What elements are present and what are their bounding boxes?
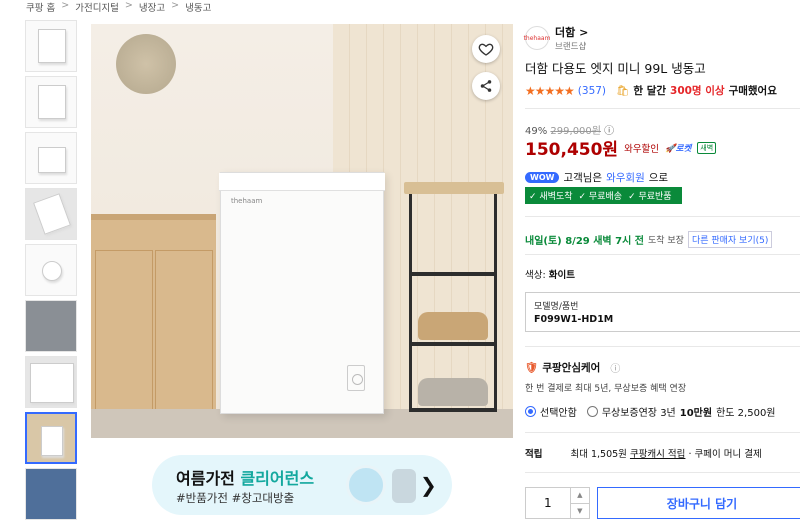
breadcrumb-separator: > xyxy=(124,0,133,11)
thumbnail[interactable] xyxy=(25,300,77,352)
cash-reward-row: 적립 최대 1,505원 쿠팡캐시 적립 · 쿠페이 머니 결제 xyxy=(525,446,762,460)
thumbnail[interactable] xyxy=(25,468,77,520)
delivery-note: 도착 보장 xyxy=(647,236,684,246)
freezer-product: thehaam xyxy=(219,172,385,414)
breadcrumb-separator: > xyxy=(171,0,180,11)
banner-subtitle: #반품가전 #창고대방출 xyxy=(176,491,295,505)
star-rating: ★★★★★ xyxy=(525,83,575,98)
banner-title: 여름가전 클리어런스 xyxy=(176,469,315,488)
divider xyxy=(525,472,800,473)
dawn-badge: 새벽 xyxy=(697,141,717,154)
buyers-prefix: 한 달간 xyxy=(633,85,667,97)
heart-icon xyxy=(478,43,494,56)
care-header: 🛡 쿠팡안심케어 ⓘ xyxy=(525,360,620,375)
bag-icon: 🛍 xyxy=(616,85,630,97)
thumbnail[interactable] xyxy=(25,20,77,72)
care-option-extend[interactable]: 무상보증연장 3년 10만원 한도 2,500원 xyxy=(586,404,776,419)
thumbnail[interactable] xyxy=(25,188,77,240)
breadcrumb-digital[interactable]: 가전디지털 xyxy=(75,0,119,14)
wood-cabinet xyxy=(91,214,216,438)
care-option-none[interactable]: 선택안함 xyxy=(525,404,577,419)
thumbnail[interactable] xyxy=(25,132,77,184)
thumbnail-list xyxy=(25,20,79,524)
wow-badge: WOW xyxy=(525,172,560,183)
divider xyxy=(525,216,800,217)
cash-rest: · 쿠페이 머니 결제 xyxy=(688,449,762,460)
breadcrumb-freezer[interactable]: 냉동고 xyxy=(185,0,211,14)
breadcrumb-fridge[interactable]: 냉장고 xyxy=(139,0,165,14)
benefit-dawn: ✓ 새벽도착 xyxy=(529,192,573,202)
breadcrumb-home[interactable]: 쿠팡 홈 xyxy=(26,0,55,14)
wow-text: 으로 xyxy=(648,172,669,184)
fan-image xyxy=(346,465,386,505)
color-option: 색상: 화이트 xyxy=(525,270,575,281)
benefit-free-shipping: ✓ 무료배송 xyxy=(578,192,623,202)
divider xyxy=(525,108,800,109)
quantity-stepper[interactable]: 1 ▲ ▼ xyxy=(525,487,590,519)
model-number-box: 모델명/품번 F099W1-HD1M xyxy=(525,292,800,332)
radio-button[interactable] xyxy=(525,406,536,417)
share-button[interactable] xyxy=(472,72,500,100)
buyers-count: 300명 이상 xyxy=(670,85,725,97)
divider xyxy=(525,432,800,433)
delivery-date: 내일(토) 8/29 새벽 7시 전 xyxy=(525,236,644,247)
benefit-badges: ✓ 새벽도착 ✓ 무료배송 ✓ 무료반품 xyxy=(525,187,682,204)
plant-decor xyxy=(116,34,176,94)
divider xyxy=(525,254,800,255)
metal-shelf xyxy=(404,182,504,412)
share-icon xyxy=(480,80,492,92)
heater-image xyxy=(392,469,416,503)
rating-row: ★★★★★ (357) 🛍 한 달간 300명 이상 구매했어요 xyxy=(525,83,777,98)
wow-discount-label: 와우할인 xyxy=(624,143,660,155)
model-label: 모델명/품번 xyxy=(534,302,579,312)
seller-type: 브랜드샵 xyxy=(555,42,587,52)
cash-label: 적립 xyxy=(525,449,543,460)
cash-amount: 최대 1,505원 xyxy=(570,449,627,460)
divider xyxy=(525,346,800,347)
other-sellers-button[interactable]: 다른 판매자 보기(5) xyxy=(687,231,773,248)
thumbnail-selected[interactable] xyxy=(25,412,77,464)
product-info-panel: thehaam 더함 > 브랜드샵 더함 다용도 엣지 미니 99L 냉동고 ★… xyxy=(524,0,800,519)
wishlist-button[interactable] xyxy=(472,35,500,63)
add-to-cart-button[interactable]: 장바구니 담기 xyxy=(597,487,800,519)
quantity-value[interactable]: 1 xyxy=(526,496,570,510)
care-title: 쿠팡안심케어 xyxy=(542,362,601,374)
benefit-free-return: ✓ 무료반품 xyxy=(628,192,672,202)
promo-banner[interactable]: 여름가전 클리어런스 #반품가전 #창고대방출 ❯ xyxy=(152,455,452,515)
wow-text: 고객님은 xyxy=(563,172,603,184)
freezer-brand-text: thehaam xyxy=(231,197,263,205)
breadcrumb-separator: > xyxy=(61,0,70,11)
price-row: 150,450원 와우할인 🚀로켓 새벽 xyxy=(525,135,717,160)
rocket-badge: 🚀로켓 xyxy=(665,143,692,154)
main-product-image: thehaam xyxy=(91,24,513,438)
shield-icon: 🛡 xyxy=(525,362,539,374)
care-options: 선택안함 무상보증연장 3년 10만원 한도 2,500원 xyxy=(525,404,776,419)
wow-member-row: WOW 고객님은 와우회원 으로 xyxy=(525,170,668,185)
thumbnail[interactable] xyxy=(25,356,77,408)
info-icon[interactable]: ⓘ xyxy=(610,360,620,375)
chevron-right-icon: ❯ xyxy=(420,473,437,497)
brand-logo: thehaam xyxy=(524,26,550,50)
seller-name[interactable]: 더함 > xyxy=(555,24,588,40)
freezer-knob xyxy=(347,365,365,391)
thumbnail[interactable] xyxy=(25,76,77,128)
care-description: 한 번 결제로 최대 5년, 무상보증 혜택 연장 xyxy=(525,384,687,394)
chevron-down-icon[interactable]: ▼ xyxy=(571,504,589,519)
review-count[interactable]: (357) xyxy=(578,85,606,97)
radio-button[interactable] xyxy=(586,406,598,417)
chevron-up-icon[interactable]: ▲ xyxy=(570,488,589,504)
product-title: 더함 다용도 엣지 미니 99L 냉동고 xyxy=(525,61,706,76)
delivery-row: 내일(토) 8/29 새벽 7시 전 도착 보장 다른 판매자 보기(5) xyxy=(525,231,773,248)
thumbnail[interactable] xyxy=(25,244,77,296)
breadcrumb: 쿠팡 홈 > 가전디지털 > 냉장고 > 냉동고 xyxy=(26,0,211,14)
color-value: 화이트 xyxy=(548,270,575,281)
model-value: F099W1-HD1M xyxy=(534,314,614,325)
wow-member-link[interactable]: 와우회원 xyxy=(606,170,645,185)
buyers-suffix: 구매했어요 xyxy=(728,85,777,97)
sale-price: 150,450원 xyxy=(525,140,619,160)
seller-info[interactable]: thehaam 더함 > 브랜드샵 xyxy=(524,24,588,52)
cash-link[interactable]: 쿠팡캐시 적립 xyxy=(630,449,685,460)
